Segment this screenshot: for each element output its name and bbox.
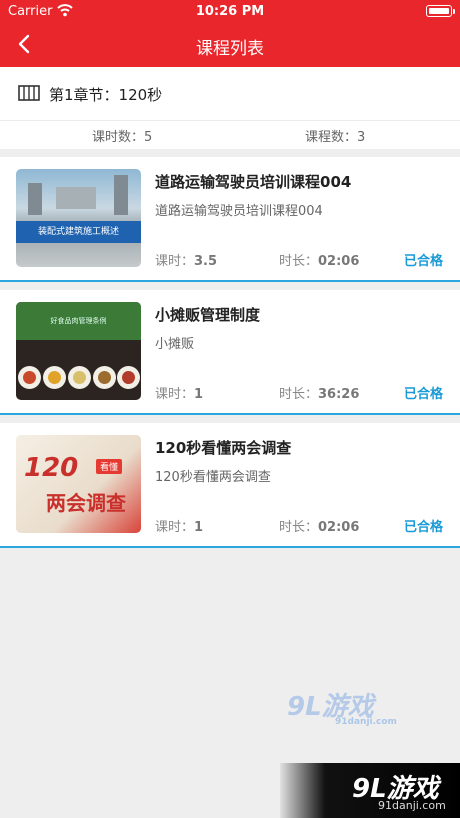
course-hours: 课时：1 [155, 387, 204, 402]
thumb-dish [117, 366, 140, 389]
thumb-dish [43, 366, 66, 389]
status-badge: 已合格 [403, 387, 443, 402]
course-card[interactable]: 120 看懂 两会调查 120秒看懂两会调查 120秒看懂两会调查 课时：1 时… [0, 423, 460, 548]
thumb-building [28, 183, 42, 215]
thumb-building [114, 175, 128, 215]
status-badge: 已合格 [403, 520, 443, 535]
clock: 10:26 PM [195, 4, 265, 19]
course-count: 课程数：3 [305, 130, 366, 145]
thumb-building [56, 187, 96, 209]
thumb-caption: 装配式建筑施工概述 [16, 221, 141, 243]
logo-url: 91danji.com [378, 799, 446, 812]
thumb-dish [18, 366, 41, 389]
site-logo: 9L游戏 91danji.com [280, 763, 460, 818]
thumb-dish [68, 366, 91, 389]
battery-tip [453, 9, 455, 14]
course-duration: 时长：36:26 [279, 387, 360, 402]
page-title: 课程列表 [196, 39, 264, 59]
course-thumbnail: 装配式建筑施工概述 [16, 169, 141, 267]
thumb-background [16, 435, 141, 533]
course-thumbnail: 120 看懂 两会调查 [16, 435, 141, 533]
course-title: 120秒看懂两会调查 [155, 439, 292, 457]
status-badge: 已合格 [403, 254, 443, 269]
book-icon [18, 85, 40, 101]
course-subtitle: 道路运输驾驶员培训课程004 [155, 204, 323, 219]
watermark: 9L游戏 91danji.com [287, 692, 397, 727]
course-duration: 时长：02:06 [279, 254, 360, 269]
course-subtitle: 小摊贩 [155, 337, 195, 352]
battery-icon [426, 5, 452, 17]
thumb-dish [93, 366, 116, 389]
status-bar: Carrier 10:26 PM [0, 0, 460, 22]
thumb-script: 两会调查 [46, 491, 126, 515]
course-hours: 课时：3.5 [155, 254, 218, 269]
chapter-header: 第1章节：120秒 课时数：5 课程数：3 [0, 67, 460, 149]
course-title: 道路运输驾驶员培训课程004 [155, 173, 352, 191]
course-hours: 课时：1 [155, 520, 204, 535]
course-title: 小摊贩管理制度 [155, 306, 261, 324]
course-thumbnail: 好食品肉管理条例 [16, 302, 141, 400]
thumb-tag: 看懂 [96, 459, 123, 474]
nav-bar: 课程列表 [0, 22, 460, 67]
lesson-count: 课时数：5 [92, 130, 153, 145]
course-duration: 时长：02:06 [279, 520, 360, 535]
thumb-number: 120 [24, 453, 79, 483]
course-card[interactable]: 装配式建筑施工概述 道路运输驾驶员培训课程004 道路运输驾驶员培训课程004 … [0, 157, 460, 282]
chapter-title: 第1章节：120秒 [49, 86, 163, 104]
course-subtitle: 120秒看懂两会调查 [155, 470, 271, 485]
thumb-caption: 好食品肉管理条例 [16, 302, 141, 340]
course-card[interactable]: 好食品肉管理条例 小摊贩管理制度 小摊贩 课时：1 时长：36:26 已合格 [0, 290, 460, 415]
divider [0, 120, 460, 121]
